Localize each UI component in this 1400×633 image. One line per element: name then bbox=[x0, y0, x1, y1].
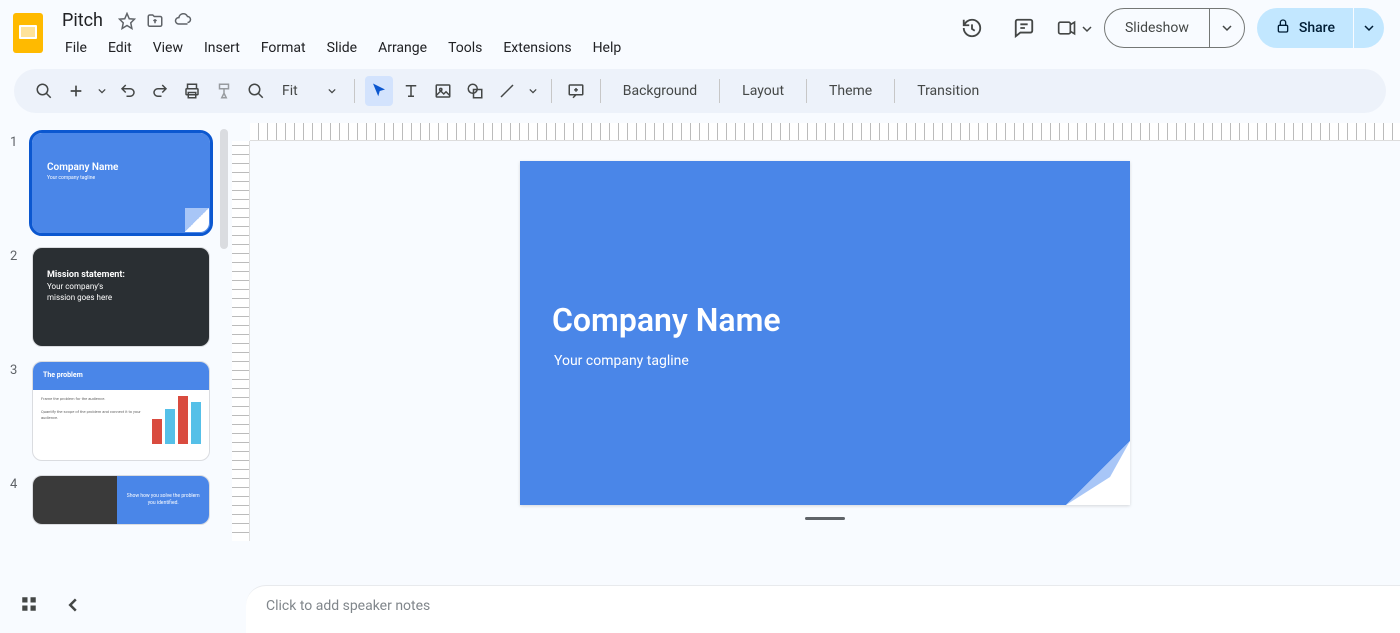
canvas: Company Name Your company tagline bbox=[232, 141, 1400, 585]
menu-file[interactable]: File bbox=[56, 35, 96, 61]
thumb-text: Frame the problem for the audience. Quan… bbox=[41, 396, 146, 444]
thumbnail-4[interactable]: Show how you solve the problem you ident… bbox=[32, 475, 210, 525]
thumb-number: 3 bbox=[10, 361, 24, 461]
thumb-number: 2 bbox=[10, 247, 24, 347]
zoom-button[interactable] bbox=[242, 76, 270, 106]
grid-view-icon[interactable] bbox=[20, 595, 38, 617]
present-dropdown-icon[interactable] bbox=[1082, 19, 1092, 38]
vertical-ruler[interactable] bbox=[232, 141, 250, 541]
thumb-body: Your company's bbox=[47, 282, 209, 291]
present-camera-icon[interactable] bbox=[1056, 8, 1078, 48]
thumb-body: mission goes here bbox=[47, 293, 209, 302]
menu-bar: File Edit View Insert Format Slide Arran… bbox=[56, 35, 630, 61]
image-tool[interactable] bbox=[429, 76, 457, 106]
toolbar-separator bbox=[354, 79, 355, 103]
doc-title[interactable]: Pitch bbox=[56, 8, 109, 33]
menu-help[interactable]: Help bbox=[584, 35, 631, 61]
shape-tool[interactable] bbox=[461, 76, 489, 106]
thumbnail-2[interactable]: Mission statement: Your company's missio… bbox=[32, 247, 210, 347]
toolbar-separator bbox=[894, 79, 895, 103]
slide-canvas[interactable]: Company Name Your company tagline bbox=[520, 161, 1130, 505]
background-button[interactable]: Background bbox=[611, 83, 709, 99]
toolbar-separator bbox=[551, 79, 552, 103]
share-button[interactable]: Share bbox=[1257, 8, 1353, 48]
thumb-image bbox=[33, 476, 117, 524]
menu-tools[interactable]: Tools bbox=[439, 35, 491, 61]
print-button[interactable] bbox=[178, 76, 206, 106]
thumb-text: Show how you solve the problem you ident… bbox=[125, 493, 201, 508]
thumbnail-1[interactable]: Company Name Your company tagline bbox=[32, 133, 210, 233]
transition-button[interactable]: Transition bbox=[905, 83, 991, 99]
select-tool[interactable] bbox=[365, 76, 393, 106]
move-folder-icon[interactable] bbox=[145, 11, 165, 31]
paint-format-button[interactable] bbox=[210, 76, 238, 106]
layout-button[interactable]: Layout bbox=[730, 83, 796, 99]
filmstrip-scrollbar[interactable] bbox=[220, 129, 228, 249]
header-right: Slideshow Share bbox=[952, 8, 1384, 48]
canvas-scrollbar[interactable] bbox=[805, 517, 845, 520]
main: 1 Company Name Your company tagline 2 Mi… bbox=[0, 113, 1400, 633]
share-label: Share bbox=[1299, 20, 1335, 36]
horizontal-ruler[interactable] bbox=[250, 123, 1400, 141]
menu-format[interactable]: Format bbox=[252, 35, 315, 61]
menu-slide[interactable]: Slide bbox=[318, 35, 366, 61]
toolbar-separator bbox=[600, 79, 601, 103]
new-slide-button[interactable] bbox=[62, 76, 90, 106]
thumb-title: The problem bbox=[33, 362, 209, 390]
share-button-group: Share bbox=[1257, 8, 1384, 48]
menu-edit[interactable]: Edit bbox=[99, 35, 141, 61]
canvas-area: Company Name Your company tagline Click … bbox=[232, 123, 1400, 633]
slides-logo[interactable] bbox=[8, 8, 48, 58]
share-dropdown[interactable] bbox=[1354, 8, 1384, 48]
menu-arrange[interactable]: Arrange bbox=[369, 35, 436, 61]
thumb-title: Mission statement: bbox=[47, 270, 209, 280]
line-dropdown[interactable] bbox=[525, 76, 541, 106]
speaker-notes[interactable]: Click to add speaker notes bbox=[246, 585, 1400, 633]
slide-title[interactable]: Company Name bbox=[552, 301, 781, 339]
comment-tool[interactable] bbox=[562, 76, 590, 106]
lock-icon bbox=[1275, 18, 1291, 38]
page-curl-icon bbox=[1066, 441, 1130, 505]
undo-button[interactable] bbox=[114, 76, 142, 106]
version-history-icon[interactable] bbox=[952, 8, 992, 48]
comments-icon[interactable] bbox=[1004, 8, 1044, 48]
thumb-number: 1 bbox=[10, 133, 24, 233]
slideshow-dropdown[interactable] bbox=[1210, 9, 1244, 47]
zoom-value: Fit bbox=[282, 83, 298, 99]
thumb-subtitle: Your company tagline bbox=[47, 175, 209, 181]
theme-button[interactable]: Theme bbox=[817, 83, 884, 99]
filmstrip: 1 Company Name Your company tagline 2 Mi… bbox=[0, 123, 232, 633]
filmstrip-toolbar bbox=[0, 579, 232, 633]
search-menus-icon[interactable] bbox=[30, 76, 58, 106]
thumb-number: 4 bbox=[10, 475, 24, 525]
thumbnail-3[interactable]: The problem Frame the problem for the au… bbox=[32, 361, 210, 461]
menu-insert[interactable]: Insert bbox=[195, 35, 249, 61]
toolbar-separator bbox=[719, 79, 720, 103]
thumb-title: Company Name bbox=[47, 162, 209, 173]
text-box-tool[interactable] bbox=[397, 76, 425, 106]
slideshow-button[interactable]: Slideshow bbox=[1105, 9, 1210, 47]
zoom-select[interactable]: Fit bbox=[274, 77, 344, 105]
redo-button[interactable] bbox=[146, 76, 174, 106]
header: Pitch File Edit View Insert Format Slide… bbox=[0, 0, 1400, 61]
title-area: Pitch File Edit View Insert Format Slide… bbox=[56, 8, 630, 61]
new-slide-dropdown[interactable] bbox=[94, 76, 110, 106]
cloud-status-icon[interactable] bbox=[173, 11, 193, 31]
page-curl-icon bbox=[185, 208, 209, 232]
collapse-filmstrip-icon[interactable] bbox=[66, 597, 80, 616]
thumb-chart bbox=[152, 396, 201, 444]
toolbar: Fit Background Layout Theme Transition bbox=[14, 69, 1386, 113]
star-icon[interactable] bbox=[117, 11, 137, 31]
slide-subtitle[interactable]: Your company tagline bbox=[554, 353, 689, 369]
menu-extensions[interactable]: Extensions bbox=[494, 35, 580, 61]
menu-view[interactable]: View bbox=[144, 35, 192, 61]
line-tool[interactable] bbox=[493, 76, 521, 106]
toolbar-separator bbox=[806, 79, 807, 103]
slideshow-button-group: Slideshow bbox=[1104, 8, 1245, 48]
